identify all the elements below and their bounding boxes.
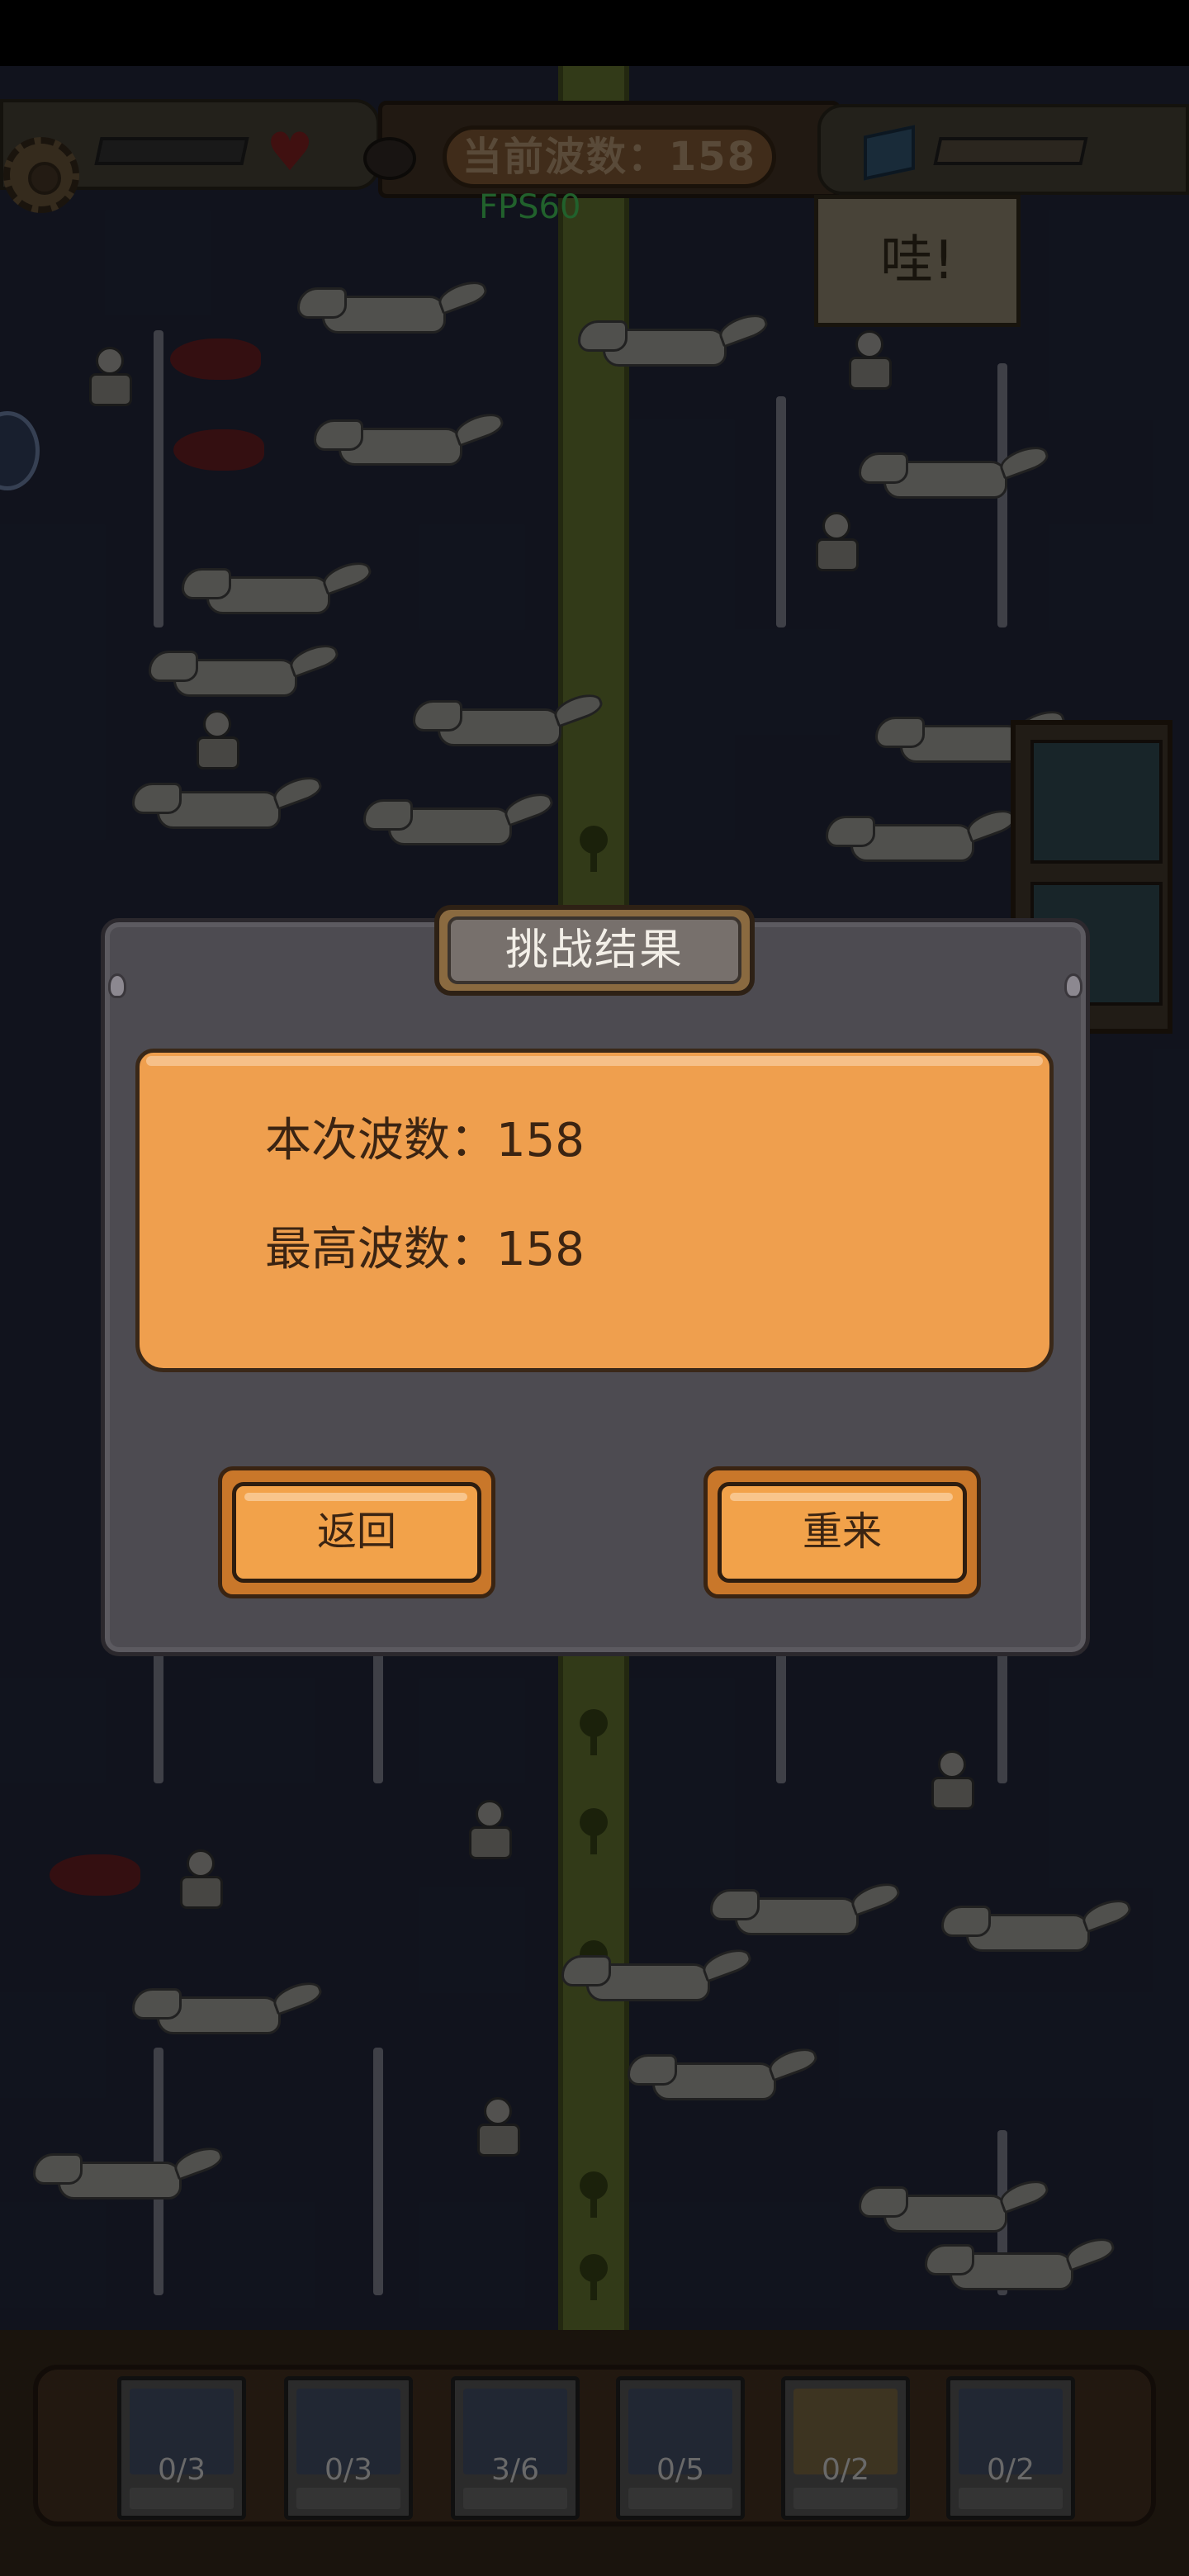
- best-wave-text: 最高波数：158: [265, 1223, 585, 1276]
- result-info-panel: 本次波数：158 最高波数：158: [135, 1049, 1054, 1372]
- retry-button[interactable]: 重来: [718, 1482, 967, 1583]
- current-wave-text: 本次波数：158: [265, 1114, 585, 1167]
- dialog-title: 挑战结果: [448, 916, 741, 984]
- retry-button-frame: 重来: [703, 1466, 981, 1598]
- rivet-icon: [108, 973, 126, 998]
- status-bar: [0, 0, 1189, 66]
- back-button[interactable]: 返回: [232, 1482, 481, 1583]
- back-button-frame: 返回: [218, 1466, 495, 1598]
- rivet-icon: [1064, 973, 1082, 998]
